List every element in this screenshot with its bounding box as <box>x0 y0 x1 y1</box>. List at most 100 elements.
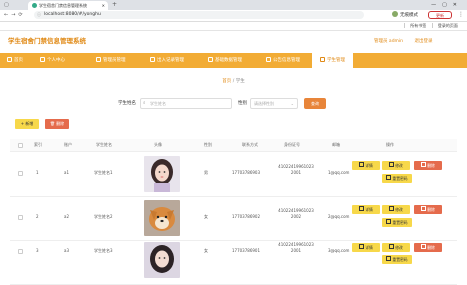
tab-search-icon[interactable]: ▢ <box>4 1 9 9</box>
row-name: 学生姓名1 <box>94 170 113 175</box>
nav-item-access-records[interactable]: 出入记录管理 <box>150 53 184 68</box>
search-icon: ⌕ <box>143 101 146 106</box>
close-tab-icon[interactable]: ✕ <box>102 1 105 10</box>
new-tab-button[interactable]: + <box>112 1 117 9</box>
row-account: a2 <box>64 214 69 219</box>
student-name-input[interactable]: ⌕ 学生姓名 <box>140 98 232 109</box>
profile-avatar-icon <box>392 11 398 17</box>
row-index: 3 <box>36 248 39 253</box>
bookmark-all[interactable]: 所有书签 <box>410 23 426 28</box>
row-delete-label: 删除 <box>427 245 435 250</box>
row-delete-label: 删除 <box>427 207 435 212</box>
reset-password-button[interactable]: 重置密码 <box>382 255 412 264</box>
admin-icon <box>96 57 101 62</box>
student-icon <box>320 57 325 62</box>
row-gender: 女 <box>204 214 208 219</box>
header-gender: 性别 <box>204 142 212 147</box>
address-bar-row: ←→⟳ ⓘ localhost:8080/#/yonghu 无痕模式 更新 ⋮ <box>0 10 467 22</box>
url-text: localhost:8080/#/yonghu <box>44 12 101 17</box>
select-all-checkbox[interactable] <box>18 143 23 148</box>
tab-title: 学生宿舍门禁信息管理系统 <box>39 3 87 8</box>
nav-label: 管理员管理 <box>103 58 126 63</box>
reset-label: 重置密码 <box>392 220 408 225</box>
edit-button[interactable]: 修改 <box>382 243 410 252</box>
home-icon <box>7 57 12 62</box>
edit-button[interactable]: 修改 <box>382 161 410 170</box>
breadcrumb-home[interactable]: 首页 <box>222 79 231 84</box>
nav-item-base-data[interactable]: 基础数据管理 <box>208 53 242 68</box>
edit-icon <box>389 162 395 167</box>
detail-icon <box>359 206 365 211</box>
bookmark-divider <box>404 23 405 28</box>
header-phone: 联系方式 <box>242 142 258 147</box>
row-checkbox[interactable] <box>18 171 23 176</box>
reset-label: 重置密码 <box>392 176 408 181</box>
nav-item-home[interactable]: 首页 <box>7 53 23 68</box>
profile-label: 无痕模式 <box>400 13 418 18</box>
delete-button[interactable]: 🗑 删除 <box>45 119 69 129</box>
header-account: 账户 <box>64 142 72 147</box>
app-header: 学生宿舍门禁信息管理系统 管理员 admin 退出登录 <box>0 31 467 53</box>
table-row: 3 a3 学生姓名3 女 17703786901 410224199610232… <box>10 240 457 285</box>
url-field[interactable]: ⓘ localhost:8080/#/yonghu <box>34 11 364 19</box>
logout-link[interactable]: 退出登录 <box>414 39 432 44</box>
table-row: 2 a2 学生姓名2 女 17703786902 410224199610232… <box>10 196 457 241</box>
row-phone: 17703786902 <box>232 214 260 219</box>
reset-icon <box>386 175 392 180</box>
header-avatar: 头像 <box>154 142 162 147</box>
header-index: 索引 <box>34 142 42 147</box>
nav-item-students[interactable]: 学生管理 <box>312 53 353 68</box>
avatar <box>144 242 180 278</box>
row-delete-button[interactable]: 删除 <box>414 243 442 252</box>
detail-button[interactable]: 详情 <box>352 243 380 252</box>
nav-label: 个人中心 <box>47 58 65 63</box>
edit-icon <box>389 206 395 211</box>
row-idcard: 410224199610232001 <box>278 164 314 175</box>
table-header: 索引 账户 学生姓名 头像 性别 联系方式 身份证号 邮箱 操作 <box>10 139 457 152</box>
reset-password-button[interactable]: 重置密码 <box>382 218 412 227</box>
row-phone: 17703786903 <box>232 170 260 175</box>
reset-password-button[interactable]: 重置密码 <box>382 174 412 183</box>
search-button[interactable]: 查询 <box>304 98 326 109</box>
update-button[interactable]: 更新 <box>428 11 452 19</box>
nav-item-profile[interactable]: 个人中心 <box>40 53 65 68</box>
avatar <box>144 200 180 236</box>
record-icon <box>150 57 155 62</box>
row-email: 3@qq.com <box>328 248 350 253</box>
nav-label: 学生管理 <box>327 58 345 63</box>
row-idcard: 410224199610232002 <box>278 208 314 219</box>
bookmark-signed-in[interactable]: 登录的页面 <box>438 23 458 28</box>
edit-button[interactable]: 修改 <box>382 205 410 214</box>
nav-item-notices[interactable]: 公告信息管理 <box>266 53 300 68</box>
nav-buttons[interactable]: ←→⟳ <box>4 11 26 20</box>
info-icon[interactable]: ⓘ <box>37 11 41 19</box>
gender-select[interactable]: 请选择性别 ⌄ <box>250 98 298 109</box>
window-controls[interactable]: —▢✕ <box>431 1 463 9</box>
edit-label: 修改 <box>395 207 403 212</box>
row-checkbox[interactable] <box>18 215 23 220</box>
row-delete-button[interactable]: 删除 <box>414 161 442 170</box>
detail-button[interactable]: 详情 <box>352 205 380 214</box>
nav-label: 出入记录管理 <box>157 58 184 63</box>
row-checkbox[interactable] <box>18 249 23 254</box>
detail-icon <box>359 162 365 167</box>
detail-label: 详情 <box>365 245 373 250</box>
gender-label: 性别 <box>238 101 247 106</box>
row-delete-button[interactable]: 删除 <box>414 205 442 214</box>
row-name: 学生姓名2 <box>94 214 113 219</box>
browser-tab[interactable]: 学生宿舍门禁信息管理系统 ✕ <box>28 1 108 10</box>
detail-button[interactable]: 详情 <box>352 161 380 170</box>
header-actions: 操作 <box>386 142 394 147</box>
row-delete-label: 删除 <box>427 163 435 168</box>
row-email: 1@qq.com <box>328 170 350 175</box>
browser-menu-icon[interactable]: ⋮ <box>458 11 464 19</box>
nav-label: 公告信息管理 <box>273 58 300 63</box>
profile-button[interactable]: 无痕模式 <box>392 11 418 20</box>
breadcrumb: 首页 / 学生 <box>0 78 467 86</box>
delete-icon <box>421 244 427 249</box>
nav-item-admin[interactable]: 管理员管理 <box>96 53 126 68</box>
add-button[interactable]: + 新增 <box>15 119 39 129</box>
current-user: 管理员 admin <box>374 39 404 44</box>
edit-label: 修改 <box>395 163 403 168</box>
edit-icon <box>389 244 395 249</box>
